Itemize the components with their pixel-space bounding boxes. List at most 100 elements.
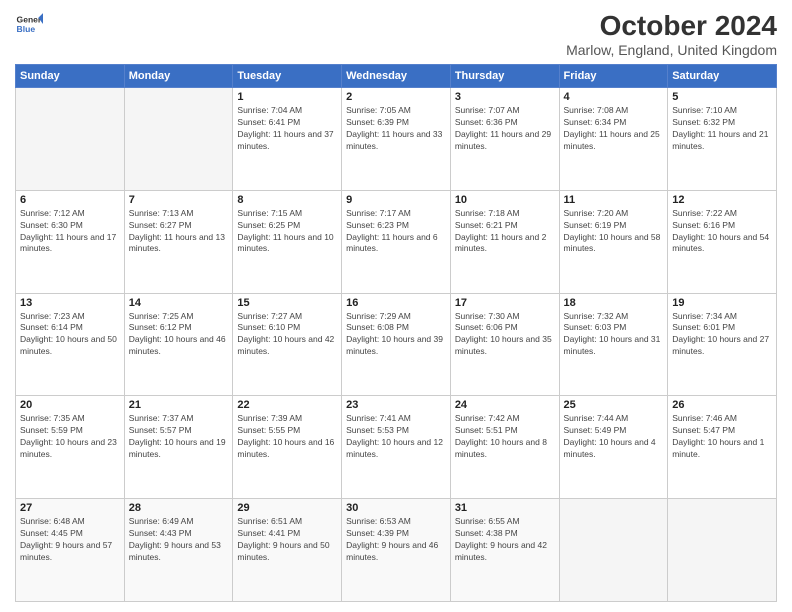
calendar-cell: 16 Sunrise: 7:29 AM Sunset: 6:08 PM Dayli… — [342, 293, 451, 396]
day-info: Sunrise: 7:30 AM Sunset: 6:06 PM Dayligh… — [455, 311, 555, 359]
day-number: 31 — [455, 502, 555, 514]
day-number: 12 — [672, 194, 772, 206]
calendar-table: SundayMondayTuesdayWednesdayThursdayFrid… — [15, 64, 777, 602]
day-info: Sunrise: 7:07 AM Sunset: 6:36 PM Dayligh… — [455, 105, 555, 153]
weekday-header-friday: Friday — [559, 65, 668, 88]
day-info: Sunrise: 7:17 AM Sunset: 6:23 PM Dayligh… — [346, 208, 446, 256]
weekday-header-thursday: Thursday — [450, 65, 559, 88]
calendar-cell — [668, 499, 777, 602]
calendar-cell: 22 Sunrise: 7:39 AM Sunset: 5:55 PM Dayli… — [233, 396, 342, 499]
day-number: 9 — [346, 194, 446, 206]
day-number: 15 — [237, 297, 337, 309]
calendar-cell: 28 Sunrise: 6:49 AM Sunset: 4:43 PM Dayli… — [124, 499, 233, 602]
calendar-cell: 23Sunrise: 7:41 AM Sunset: 5:53 PM Dayli… — [342, 396, 451, 499]
calendar-cell: 19Sunrise: 7:34 AM Sunset: 6:01 PM Dayli… — [668, 293, 777, 396]
day-number: 7 — [129, 194, 229, 206]
logo-icon: General Blue — [15, 10, 43, 38]
day-info: Sunrise: 6:55 AM Sunset: 4:38 PM Dayligh… — [455, 516, 555, 564]
day-number: 11 — [564, 194, 664, 206]
day-info: Sunrise: 7:42 AM Sunset: 5:51 PM Dayligh… — [455, 413, 555, 461]
calendar-cell: 9 Sunrise: 7:17 AM Sunset: 6:23 PM Daylig… — [342, 190, 451, 293]
day-info: Sunrise: 7:35 AM Sunset: 5:59 PM Dayligh… — [20, 413, 120, 461]
calendar-cell — [559, 499, 668, 602]
logo: General Blue — [15, 10, 43, 38]
calendar-cell: 29Sunrise: 6:51 AM Sunset: 4:41 PM Dayli… — [233, 499, 342, 602]
calendar-cell: 2 Sunrise: 7:05 AM Sunset: 6:39 PM Daylig… — [342, 88, 451, 191]
day-info: Sunrise: 7:12 AM Sunset: 6:30 PM Dayligh… — [20, 208, 120, 256]
day-info: Sunrise: 7:32 AM Sunset: 6:03 PM Dayligh… — [564, 311, 664, 359]
calendar-cell: 26 Sunrise: 7:46 AM Sunset: 5:47 PM Dayli… — [668, 396, 777, 499]
day-info: Sunrise: 7:08 AM Sunset: 6:34 PM Dayligh… — [564, 105, 664, 153]
calendar-cell: 27Sunrise: 6:48 AM Sunset: 4:45 PM Dayli… — [16, 499, 125, 602]
day-number: 17 — [455, 297, 555, 309]
calendar-cell: 3Sunrise: 7:07 AM Sunset: 6:36 PM Daylig… — [450, 88, 559, 191]
calendar-cell: 15Sunrise: 7:27 AM Sunset: 6:10 PM Dayli… — [233, 293, 342, 396]
calendar-cell: 14Sunrise: 7:25 AM Sunset: 6:12 PM Dayli… — [124, 293, 233, 396]
calendar-cell: 30 Sunrise: 6:53 AM Sunset: 4:39 PM Dayli… — [342, 499, 451, 602]
svg-text:General: General — [17, 14, 43, 24]
day-number: 1 — [237, 91, 337, 103]
day-info: Sunrise: 7:13 AM Sunset: 6:27 PM Dayligh… — [129, 208, 229, 256]
day-info: Sunrise: 7:37 AM Sunset: 5:57 PM Dayligh… — [129, 413, 229, 461]
day-number: 18 — [564, 297, 664, 309]
day-info: Sunrise: 7:05 AM Sunset: 6:39 PM Dayligh… — [346, 105, 446, 153]
subtitle: Marlow, England, United Kingdom — [566, 42, 777, 58]
day-number: 25 — [564, 399, 664, 411]
header: General Blue October 2024 Marlow, Englan… — [15, 10, 777, 58]
main-title: October 2024 — [566, 10, 777, 42]
day-info: Sunrise: 7:29 AM Sunset: 6:08 PM Dayligh… — [346, 311, 446, 359]
calendar-cell: 10 Sunrise: 7:18 AM Sunset: 6:21 PM Dayli… — [450, 190, 559, 293]
day-info: Sunrise: 7:22 AM Sunset: 6:16 PM Dayligh… — [672, 208, 772, 256]
day-number: 8 — [237, 194, 337, 206]
calendar-cell: 5Sunrise: 7:10 AM Sunset: 6:32 PM Daylig… — [668, 88, 777, 191]
day-info: Sunrise: 7:15 AM Sunset: 6:25 PM Dayligh… — [237, 208, 337, 256]
day-number: 22 — [237, 399, 337, 411]
calendar-cell: 18 Sunrise: 7:32 AM Sunset: 6:03 PM Dayli… — [559, 293, 668, 396]
calendar-cell: 21 Sunrise: 7:37 AM Sunset: 5:57 PM Dayli… — [124, 396, 233, 499]
day-number: 29 — [237, 502, 337, 514]
day-number: 26 — [672, 399, 772, 411]
day-number: 16 — [346, 297, 446, 309]
weekday-header-wednesday: Wednesday — [342, 65, 451, 88]
day-number: 6 — [20, 194, 120, 206]
day-info: Sunrise: 7:39 AM Sunset: 5:55 PM Dayligh… — [237, 413, 337, 461]
calendar-cell: 7 Sunrise: 7:13 AM Sunset: 6:27 PM Daylig… — [124, 190, 233, 293]
calendar-week-row: 6 Sunrise: 7:12 AM Sunset: 6:30 PM Daylig… — [16, 190, 777, 293]
day-info: Sunrise: 7:41 AM Sunset: 5:53 PM Dayligh… — [346, 413, 446, 461]
calendar-cell: 31 Sunrise: 6:55 AM Sunset: 4:38 PM Dayli… — [450, 499, 559, 602]
day-number: 20 — [20, 399, 120, 411]
day-info: Sunrise: 7:18 AM Sunset: 6:21 PM Dayligh… — [455, 208, 555, 256]
day-info: Sunrise: 6:53 AM Sunset: 4:39 PM Dayligh… — [346, 516, 446, 564]
weekday-header-sunday: Sunday — [16, 65, 125, 88]
day-number: 19 — [672, 297, 772, 309]
svg-text:Blue: Blue — [17, 24, 36, 34]
calendar-week-row: 13 Sunrise: 7:23 AM Sunset: 6:14 PM Dayli… — [16, 293, 777, 396]
day-number: 24 — [455, 399, 555, 411]
day-info: Sunrise: 6:49 AM Sunset: 4:43 PM Dayligh… — [129, 516, 229, 564]
day-info: Sunrise: 7:23 AM Sunset: 6:14 PM Dayligh… — [20, 311, 120, 359]
day-number: 13 — [20, 297, 120, 309]
day-info: Sunrise: 7:04 AM Sunset: 6:41 PM Dayligh… — [237, 105, 337, 153]
page: General Blue October 2024 Marlow, Englan… — [0, 0, 792, 612]
weekday-header-row: SundayMondayTuesdayWednesdayThursdayFrid… — [16, 65, 777, 88]
day-info: Sunrise: 7:20 AM Sunset: 6:19 PM Dayligh… — [564, 208, 664, 256]
day-info: Sunrise: 7:46 AM Sunset: 5:47 PM Dayligh… — [672, 413, 772, 461]
day-number: 10 — [455, 194, 555, 206]
day-number: 14 — [129, 297, 229, 309]
day-number: 27 — [20, 502, 120, 514]
calendar-cell: 25 Sunrise: 7:44 AM Sunset: 5:49 PM Dayli… — [559, 396, 668, 499]
weekday-header-saturday: Saturday — [668, 65, 777, 88]
calendar-week-row: 27Sunrise: 6:48 AM Sunset: 4:45 PM Dayli… — [16, 499, 777, 602]
day-number: 28 — [129, 502, 229, 514]
day-info: Sunrise: 7:44 AM Sunset: 5:49 PM Dayligh… — [564, 413, 664, 461]
day-number: 2 — [346, 91, 446, 103]
calendar-week-row: 1 Sunrise: 7:04 AM Sunset: 6:41 PM Daylig… — [16, 88, 777, 191]
calendar-cell — [16, 88, 125, 191]
day-number: 21 — [129, 399, 229, 411]
weekday-header-tuesday: Tuesday — [233, 65, 342, 88]
title-block: October 2024 Marlow, England, United Kin… — [566, 10, 777, 58]
day-number: 30 — [346, 502, 446, 514]
calendar-cell: 4Sunrise: 7:08 AM Sunset: 6:34 PM Daylig… — [559, 88, 668, 191]
calendar-cell: 8 Sunrise: 7:15 AM Sunset: 6:25 PM Daylig… — [233, 190, 342, 293]
calendar-cell: 17 Sunrise: 7:30 AM Sunset: 6:06 PM Dayli… — [450, 293, 559, 396]
